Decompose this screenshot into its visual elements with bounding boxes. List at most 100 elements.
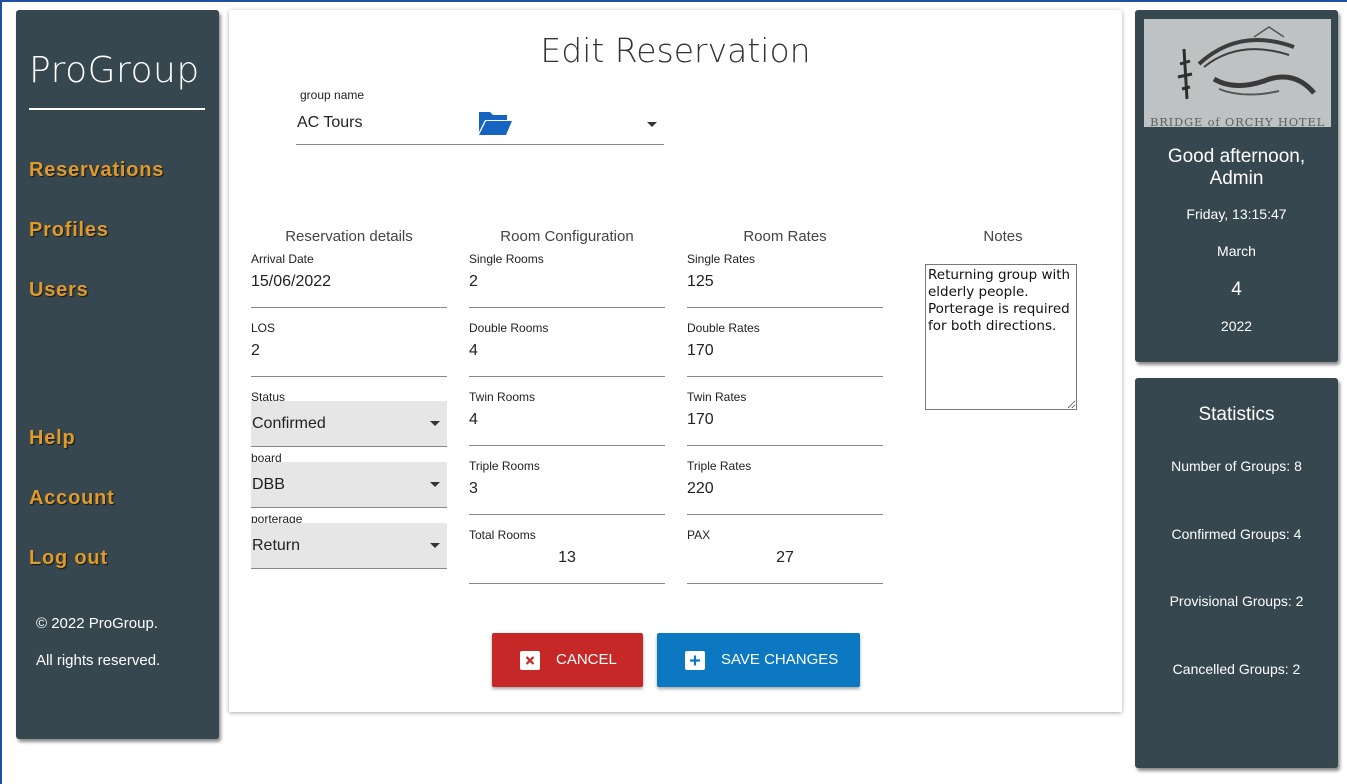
chevron-down-icon[interactable]: [430, 482, 440, 487]
twin-rooms-value: 4: [469, 411, 478, 428]
reservation-details-heading: Reservation details: [285, 228, 413, 245]
double-rates-label: Double Rates: [687, 321, 760, 335]
group-name-value: AC Tours: [297, 114, 363, 131]
close-icon: [520, 651, 540, 670]
triple-rooms-field[interactable]: Triple Rooms 3: [469, 459, 665, 515]
plus-icon: [685, 651, 705, 670]
field-underline: [687, 514, 883, 515]
total-rooms-field: Total Rooms 13: [469, 528, 665, 584]
nav-logout[interactable]: Log out: [29, 547, 108, 570]
single-rates-value: 125: [687, 273, 714, 290]
number-of-groups: Number of Groups: 8: [1171, 458, 1302, 474]
triple-rooms-value: 3: [469, 480, 478, 497]
los-value: 2: [251, 342, 260, 359]
chevron-down-icon[interactable]: [430, 543, 440, 548]
triple-rates-field[interactable]: Triple Rates 220: [687, 459, 883, 515]
field-underline: [687, 376, 883, 377]
arrival-date-value: 15/06/2022: [251, 273, 332, 290]
single-rooms-label: Single Rooms: [469, 252, 544, 266]
field-underline: [469, 583, 665, 584]
cancel-button[interactable]: CANCEL: [492, 633, 643, 687]
triple-rates-label: Triple Rates: [687, 459, 752, 473]
nav-users[interactable]: Users: [29, 279, 89, 302]
twin-rates-value: 170: [687, 411, 714, 428]
twin-rooms-label: Twin Rooms: [469, 390, 536, 404]
greeting-line: Good afternoon,: [1167, 146, 1306, 167]
field-underline: [469, 376, 665, 377]
cancel-button-label: CANCEL: [556, 651, 617, 668]
group-name-select[interactable]: AC Tours: [296, 108, 664, 145]
double-rooms-label: Double Rooms: [469, 321, 549, 335]
statistics-title: Statistics: [1198, 404, 1275, 425]
current-month: March: [1217, 243, 1256, 259]
save-changes-button[interactable]: SAVE CHANGES: [657, 633, 860, 687]
porterage-box[interactable]: Return: [251, 523, 447, 569]
nav-account[interactable]: Account: [29, 487, 115, 510]
total-rooms-label: Total Rooms: [469, 528, 536, 542]
pax-value: 27: [776, 549, 794, 566]
twin-rates-label: Twin Rates: [687, 390, 747, 404]
chevron-down-icon[interactable]: [430, 421, 440, 426]
copyright-text: © 2022 ProGroup.: [36, 615, 158, 632]
single-rooms-value: 2: [469, 273, 478, 290]
pax-field: PAX 27: [687, 528, 883, 584]
save-changes-button-label: SAVE CHANGES: [721, 651, 839, 668]
twin-rates-field[interactable]: Twin Rates 170: [687, 390, 883, 446]
nav-profiles[interactable]: Profiles: [29, 219, 109, 242]
current-year: 2022: [1220, 318, 1253, 334]
double-rooms-field[interactable]: Double Rooms 4: [469, 321, 665, 377]
greeting-panel: BRIDGE of ORCHY HOTEL Good afternoon, Ad…: [1135, 10, 1338, 362]
board-value: DBB: [252, 476, 285, 493]
triple-rooms-label: Triple Rooms: [469, 459, 540, 473]
arrival-date-label: Arrival Date: [251, 252, 314, 266]
single-rates-field[interactable]: Single Rates 125: [687, 252, 883, 308]
current-datetime: Friday, 13:15:47: [1186, 206, 1287, 222]
field-underline: [251, 307, 447, 308]
cancelled-groups: Cancelled Groups: 2: [1172, 661, 1301, 677]
hotel-logo-text: BRIDGE of ORCHY HOTEL: [1149, 115, 1326, 129]
nav-reservations[interactable]: Reservations: [29, 159, 164, 182]
twin-rooms-field[interactable]: Twin Rooms 4: [469, 390, 665, 446]
chevron-down-icon[interactable]: [647, 122, 657, 127]
current-day: 4: [1231, 279, 1242, 300]
edit-reservation-card: Edit Reservation group name AC Tours Res…: [229, 10, 1122, 712]
board-box[interactable]: DBB: [251, 462, 447, 508]
single-rates-label: Single Rates: [687, 252, 756, 266]
status-value: Confirmed: [252, 415, 326, 432]
notes-heading: Notes: [983, 228, 1023, 245]
group-name-label: group name: [300, 88, 365, 102]
double-rates-value: 170: [687, 342, 714, 359]
page-title: Edit Reservation: [540, 31, 811, 70]
greeting-user: Admin: [1209, 168, 1264, 189]
field-underline: [687, 583, 883, 584]
confirmed-groups: Confirmed Groups: 4: [1171, 526, 1302, 542]
provisional-groups: Provisional Groups: 2: [1169, 593, 1304, 609]
rights-text: All rights reserved.: [36, 652, 161, 669]
field-underline: [687, 445, 883, 446]
los-field[interactable]: LOS 2: [251, 321, 447, 377]
triple-rates-value: 220: [687, 480, 714, 497]
arrival-date-field[interactable]: Arrival Date 15/06/2022: [251, 252, 447, 308]
hotel-logo: BRIDGE of ORCHY HOTEL: [1144, 19, 1331, 129]
brand-title: ProGroup: [29, 50, 200, 91]
notes-textarea[interactable]: Returning group with elderly people. Por…: [925, 264, 1077, 410]
single-rooms-field[interactable]: Single Rooms 2: [469, 252, 665, 308]
status-box[interactable]: Confirmed: [251, 401, 447, 447]
field-underline: [469, 307, 665, 308]
double-rates-field[interactable]: Double Rates 170: [687, 321, 883, 377]
sidebar: ProGroup Reservations Profiles Users Hel…: [16, 10, 219, 739]
field-underline: [687, 307, 883, 308]
pax-label: PAX: [687, 528, 711, 542]
field-underline: [469, 514, 665, 515]
room-rates-heading: Room Rates: [743, 228, 827, 245]
field-underline: [469, 445, 665, 446]
double-rooms-value: 4: [469, 342, 478, 359]
statistics-panel: Statistics Number of Groups: 8 Confirmed…: [1135, 378, 1338, 768]
total-rooms-value: 13: [558, 549, 576, 566]
porterage-value: Return: [252, 537, 301, 554]
brand-divider: [29, 108, 205, 110]
los-label: LOS: [251, 321, 276, 335]
field-underline: [251, 376, 447, 377]
folder-open-icon[interactable]: [477, 108, 513, 143]
nav-help[interactable]: Help: [29, 427, 76, 450]
